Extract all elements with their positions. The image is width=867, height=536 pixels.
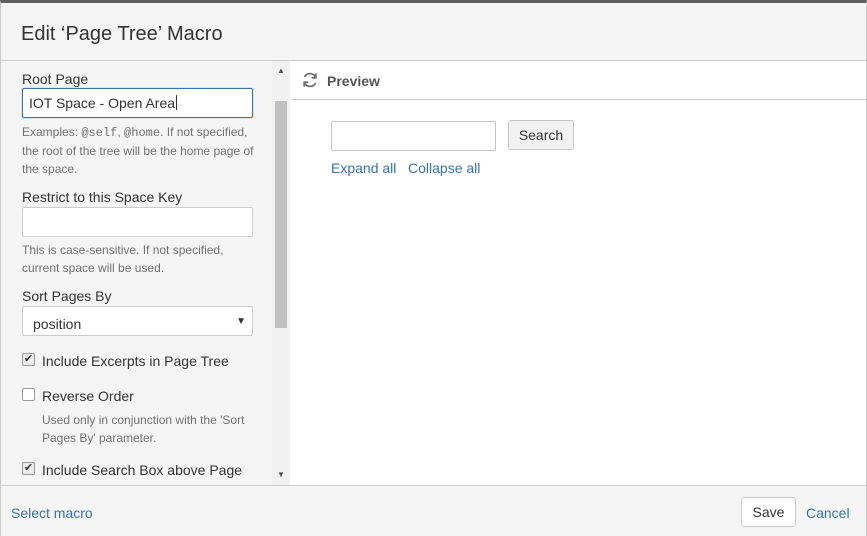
collapse-all-link[interactable]: Collapse all (408, 160, 480, 176)
root-page-help: Examples: @self, @home. If not specified… (22, 123, 258, 178)
help-text: Examples: (22, 125, 82, 139)
reverse-order-checkbox[interactable] (22, 388, 35, 401)
parameters-scrollbar[interactable]: ▲ ▼ (272, 61, 290, 485)
preview-body: Search Expand all Collapse all (291, 101, 866, 485)
expand-all-link[interactable]: Expand all (331, 160, 396, 176)
root-page-value: IOT Space - Open Area (29, 95, 176, 111)
refresh-icon[interactable] (301, 71, 319, 89)
chevron-down-icon: ▼ (236, 316, 246, 327)
help-code-self: @self (81, 126, 118, 140)
sort-pages-value: position (33, 316, 82, 332)
sort-pages-select[interactable]: position ▼ (22, 306, 253, 336)
include-excerpts-label: Include Excerpts in Page Tree (42, 353, 229, 369)
help-code-home: @home (124, 126, 161, 140)
reverse-order-label: Reverse Order (42, 388, 134, 404)
preview-header: Preview (291, 61, 866, 100)
cancel-link[interactable]: Cancel (806, 505, 850, 521)
dialog-title: Edit ‘Page Tree’ Macro (21, 23, 223, 45)
space-key-label: Restrict to this Space Key (22, 189, 183, 205)
reverse-order-help: Used only in conjunction with the 'Sort … (42, 413, 245, 445)
root-page-input[interactable]: IOT Space - Open Area (22, 88, 253, 118)
select-macro-link[interactable]: Select macro (11, 505, 93, 521)
macro-dialog: Edit ‘Page Tree’ Macro Root Page IOT Spa… (0, 0, 867, 536)
scroll-up-arrow-icon[interactable]: ▲ (272, 63, 290, 79)
include-search-label: Include Search Box above Page (42, 462, 243, 478)
preview-label: Preview (327, 73, 380, 89)
macro-parameters-panel: Root Page IOT Space - Open Area Examples… (1, 61, 290, 485)
space-key-help: This is case-sensitive. If not specified… (22, 243, 224, 275)
root-page-label: Root Page (22, 71, 89, 87)
save-button[interactable]: Save (741, 497, 796, 527)
sort-pages-label: Sort Pages By (22, 288, 112, 304)
text-caret (176, 95, 178, 110)
space-key-input[interactable] (22, 207, 253, 237)
preview-search-input[interactable] (331, 121, 496, 151)
include-search-checkbox[interactable]: ✔ (22, 462, 35, 475)
preview-search-button[interactable]: Search (508, 120, 574, 150)
dialog-footer: Select macro Save Cancel (1, 485, 866, 536)
scroll-thumb[interactable] (275, 101, 287, 328)
include-excerpts-checkbox[interactable]: ✔ (22, 353, 35, 366)
scroll-down-arrow-icon[interactable]: ▼ (272, 467, 290, 483)
dialog-header: Edit ‘Page Tree’ Macro (1, 3, 866, 61)
